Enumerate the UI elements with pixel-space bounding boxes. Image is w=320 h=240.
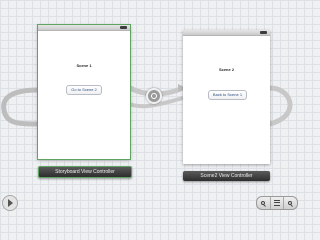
- scene1-title: Scene 1: [76, 63, 92, 68]
- zoom-in-icon: [288, 200, 294, 207]
- scene2-view-controller-label[interactable]: Scene2 View Controller: [183, 171, 270, 181]
- play-icon: [8, 199, 13, 207]
- battery-icon: [120, 26, 127, 29]
- zoom-in-button[interactable]: [284, 197, 297, 209]
- scene2-view[interactable]: Scene 2 Back to Scene 1: [183, 30, 270, 164]
- scene2-title: Scene 2: [218, 67, 235, 72]
- segue-icon: [151, 93, 157, 99]
- back-to-scene1-button[interactable]: Back to Scene 1: [208, 90, 247, 100]
- zoom-out-button[interactable]: [257, 197, 271, 209]
- scene1-status-bar: [38, 25, 130, 31]
- zoom-out-icon: [260, 200, 266, 207]
- zoom-fit-icon: [274, 200, 280, 206]
- zoom-controls: [256, 196, 298, 210]
- battery-icon: [260, 31, 267, 34]
- scene1-view[interactable]: Scene 1 Go to Scene 2: [37, 24, 131, 160]
- play-button[interactable]: [2, 195, 18, 211]
- zoom-fit-button[interactable]: [271, 197, 285, 209]
- segue-line-loop: [267, 85, 293, 127]
- initial-entry-arrow: [1, 87, 41, 127]
- go-to-scene2-button[interactable]: Go to Scene 2: [66, 85, 102, 95]
- scene2-status-bar: [183, 30, 270, 36]
- storyboard-view-controller-label[interactable]: Storyboard View Controller: [38, 166, 132, 178]
- segue-node[interactable]: [146, 88, 162, 104]
